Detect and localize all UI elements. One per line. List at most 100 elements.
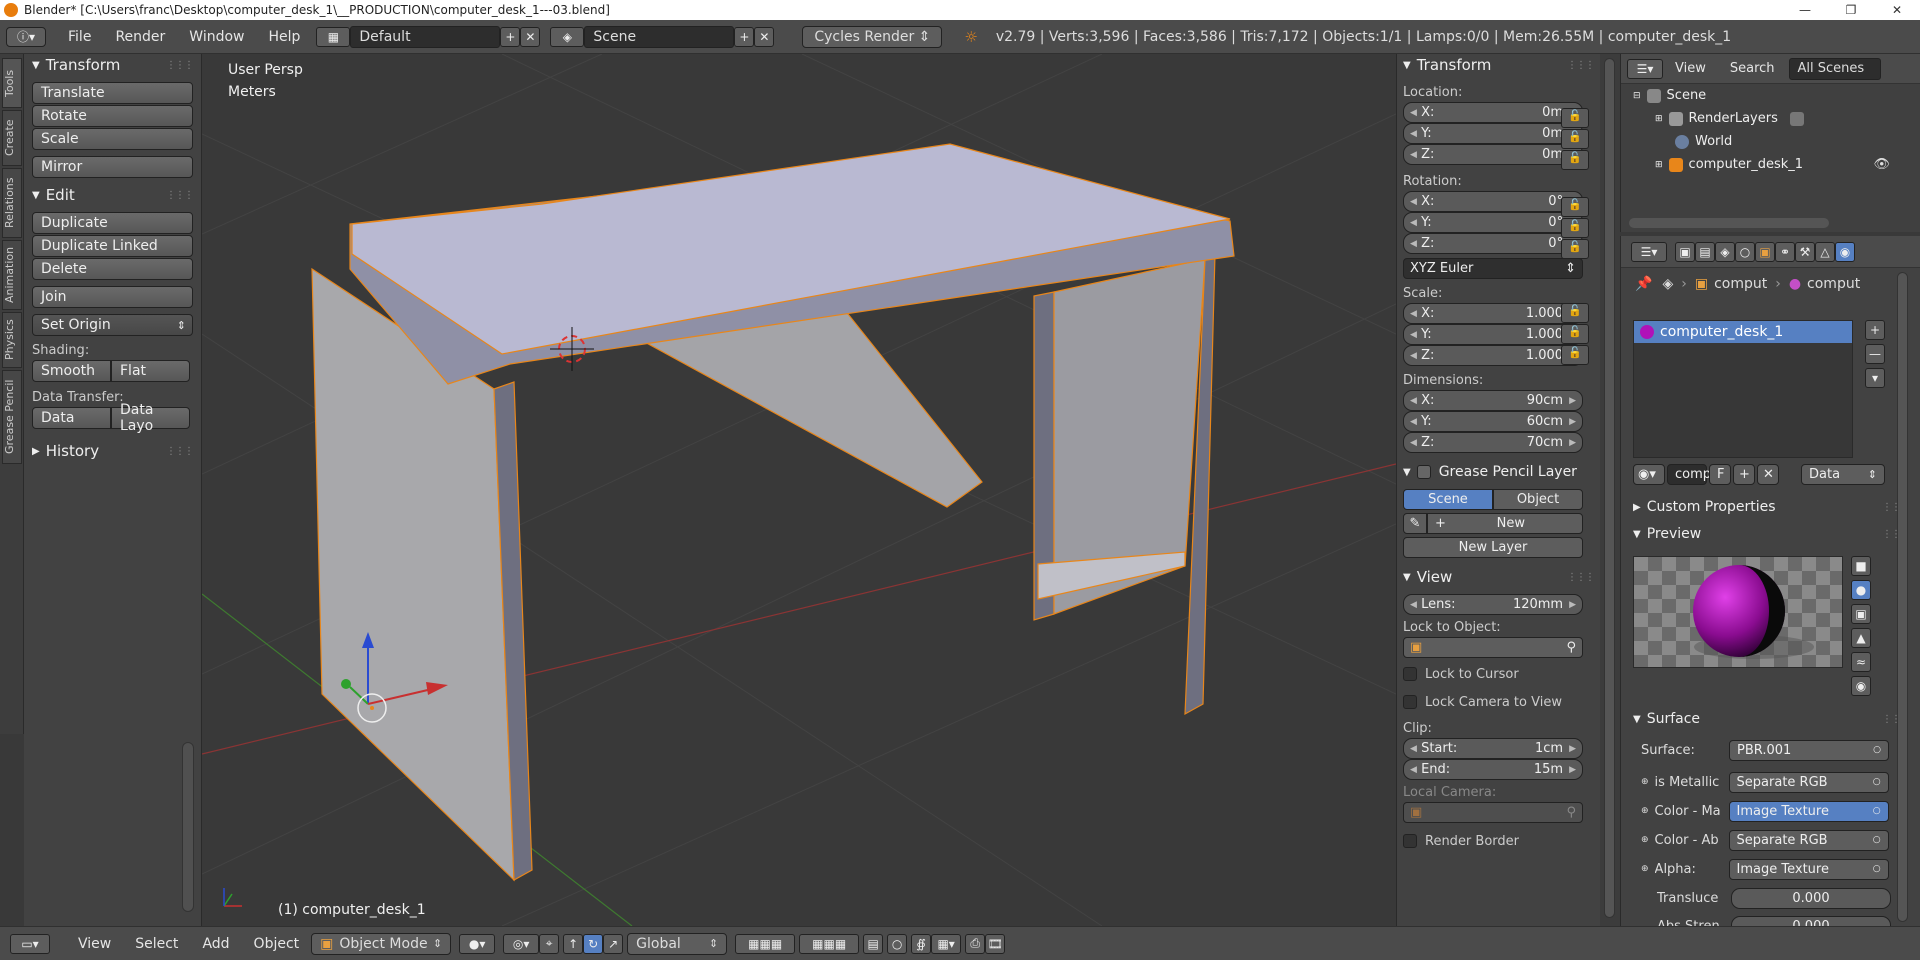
gp-object-toggle[interactable]: Object [1493, 489, 1583, 510]
render-engine-select[interactable]: Cycles Render ⇕ [802, 25, 943, 48]
gp-scene-toggle[interactable]: Scene [1403, 489, 1493, 510]
render-border-checkbox[interactable] [1403, 834, 1417, 848]
lock-rotation-x-icon[interactable]: 🔓 [1561, 197, 1589, 217]
translate-button[interactable]: Translate [32, 82, 193, 104]
menu-help[interactable]: Help [256, 29, 312, 45]
properties-editor-icon[interactable]: ☰▾ [1631, 241, 1667, 262]
scale-manipulator-icon[interactable]: ↗ [603, 933, 624, 954]
input-expand-icon-1[interactable]: ⊕ [1641, 777, 1649, 787]
edit-panel-header[interactable]: ▼ Edit ⋮⋮⋮ [32, 184, 194, 206]
preview-cube-icon[interactable]: ▣ [1851, 604, 1871, 624]
remove-scene-icon[interactable]: ✕ [754, 26, 775, 47]
viewport-menu-select[interactable]: Select [123, 936, 190, 952]
pin-icon[interactable]: 📌 [1635, 276, 1652, 292]
snap-icon[interactable]: ∯ [911, 933, 932, 954]
gp-new-layer-button[interactable]: New Layer [1403, 537, 1583, 558]
expand-icon[interactable]: ⊞ [1655, 114, 1663, 124]
3d-viewport[interactable]: User Persp Meters (1) computer_desk_1 [202, 54, 1396, 926]
input-color-ma-link[interactable]: Image Texture ○ [1728, 800, 1889, 822]
properties-scrollbar[interactable] [1897, 272, 1908, 922]
clip-start-field[interactable]: ◀ Start: 1cm ▶ [1403, 738, 1583, 759]
lock-to-object-field[interactable]: ▣ ⚲ [1403, 637, 1583, 658]
proportional-edit-icon[interactable]: ○ [887, 933, 908, 954]
material-browse-icon[interactable]: ◉▾ [1633, 464, 1665, 485]
preview-plane-icon[interactable]: ■ [1851, 556, 1871, 576]
view-panel-header[interactable]: ▼ View ⋮⋮⋮ [1403, 566, 1595, 588]
data-transfer-button[interactable]: Data [32, 407, 111, 429]
layer-lock-icon[interactable]: ▤ [863, 933, 884, 954]
pivot-point-icon[interactable]: ◎▾ [503, 933, 540, 954]
new-material-icon[interactable]: + [1733, 464, 1755, 485]
duplicate-linked-button[interactable]: Duplicate Linked [32, 235, 193, 257]
viewport-shading-icon[interactable]: ●▾ [459, 933, 496, 954]
n-panel-scrollbar[interactable] [1604, 58, 1615, 918]
close-icon[interactable]: ✕ [1874, 3, 1920, 17]
renderlayer-toggle-icon[interactable] [1789, 111, 1804, 126]
dimensions-x-field[interactable]: ◀ X: 90cm ▶ [1403, 390, 1583, 411]
editor-type-info-icon[interactable]: ⓘ▾ [6, 26, 46, 47]
input-color-ab-link[interactable]: Separate RGB ○ [1728, 829, 1889, 851]
tab-create[interactable]: Create [2, 110, 22, 166]
scene-tab-icon[interactable]: ◈ [1715, 241, 1735, 262]
interaction-mode-select[interactable]: ▣ Object Mode ⇕ [311, 932, 452, 955]
rotation-z-field[interactable]: ◀ Z:0°▶ [1403, 233, 1583, 254]
input-alpha-link[interactable]: Image Texture ○ [1728, 858, 1889, 880]
visibility-eye-icon[interactable]: 👁 [1873, 157, 1890, 172]
scene-icon[interactable]: ◈ [550, 26, 585, 47]
preview-hair-icon[interactable]: ≈ [1851, 652, 1871, 672]
scene-field[interactable]: Scene [584, 25, 735, 48]
n-transform-header[interactable]: ▼ Transform ⋮⋮⋮ [1403, 54, 1595, 76]
dimensions-y-field[interactable]: ◀ Y: 60cm ▶ [1403, 411, 1583, 432]
local-camera-eyedropper-icon[interactable]: ⚲ [1566, 805, 1576, 820]
preview-sphere-button-icon[interactable]: ● [1851, 580, 1871, 600]
set-origin-select[interactable]: Set Origin ⇕ [32, 314, 193, 336]
gp-pencil-icon[interactable]: ✎ [1403, 513, 1427, 534]
material-link-select[interactable]: Data ⇕ [1801, 464, 1885, 485]
remove-material-slot-icon[interactable]: — [1865, 344, 1885, 364]
viewport-menu-object[interactable]: Object [242, 936, 312, 952]
lock-camera-row[interactable]: Lock Camera to View [1403, 692, 1594, 712]
translate-manipulator-icon[interactable]: ↑ [563, 933, 584, 954]
desk-model[interactable] [311, 143, 1235, 882]
material-tab-icon[interactable]: ◉ [1835, 241, 1855, 262]
preview-world-icon[interactable]: ◉ [1851, 676, 1871, 696]
rotate-button[interactable]: Rotate [32, 105, 193, 127]
add-layout-icon[interactable]: + [500, 26, 521, 47]
material-fake-user-button[interactable]: F [1709, 464, 1731, 485]
data-tab-icon[interactable]: △ [1815, 241, 1835, 262]
lock-location-y-icon[interactable]: 🔓 [1561, 129, 1589, 149]
menu-render[interactable]: Render [103, 29, 177, 45]
scale-button[interactable]: Scale [32, 128, 193, 150]
history-scrollbar[interactable] [182, 742, 194, 912]
history-panel-header[interactable]: ▶ History ⋮⋮⋮ [32, 440, 194, 462]
menu-window[interactable]: Window [177, 29, 256, 45]
lock-scale-y-icon[interactable]: 🔓 [1561, 324, 1589, 344]
eyedropper-icon[interactable]: ⚲ [1566, 640, 1576, 655]
tab-physics[interactable]: Physics [2, 312, 22, 368]
smooth-button[interactable]: Smooth [32, 360, 111, 382]
custom-properties-header[interactable]: ▶ Custom Properties ⋮⋮⋮ [1633, 496, 1910, 518]
join-button[interactable]: Join [32, 286, 193, 308]
outliner-item-world[interactable]: World [1621, 130, 1920, 153]
outliner-filter-select[interactable]: All Scenes [1788, 57, 1881, 80]
lock-to-cursor-row[interactable]: Lock to Cursor [1403, 664, 1594, 684]
input-expand-icon-2[interactable]: ⊕ [1641, 806, 1649, 816]
rotate-manipulator-icon[interactable]: ↻ [583, 933, 604, 954]
viewport-menu-view[interactable]: View [66, 936, 123, 952]
outliner-item-computer-desk[interactable]: ⊞ computer_desk_1 👁 [1621, 153, 1920, 176]
flat-button[interactable]: Flat [111, 360, 190, 382]
lock-location-z-icon[interactable]: 🔓 [1561, 150, 1589, 170]
renderlayer-tab-icon[interactable]: ▤ [1695, 241, 1715, 262]
collapse-icon[interactable]: ⊟ [1633, 91, 1641, 101]
opengl-render-icon[interactable]: ⎙ [965, 933, 986, 954]
layers-grid-2-icon[interactable]: ▦▦▦ [799, 933, 860, 954]
lock-scale-z-icon[interactable]: 🔓 [1561, 345, 1589, 365]
layers-grid-1-icon[interactable]: ▦▦▦ [735, 933, 796, 954]
surface-header[interactable]: ▼ Surface ⋮⋮⋮ [1633, 708, 1910, 730]
maximize-icon[interactable]: ❐ [1828, 3, 1874, 17]
add-scene-icon[interactable]: + [734, 26, 755, 47]
lock-rotation-z-icon[interactable]: 🔓 [1561, 239, 1589, 259]
opengl-anim-icon[interactable]: 🎞 [985, 933, 1006, 954]
location-y-field[interactable]: ◀ Y:0m▶ [1403, 123, 1583, 144]
snap-element-icon[interactable]: ▦▾ [931, 933, 962, 954]
